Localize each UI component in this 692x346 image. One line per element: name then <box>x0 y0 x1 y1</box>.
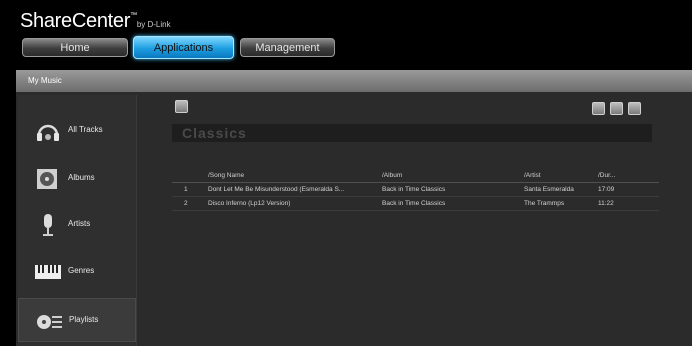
sidebar-item-artists[interactable]: Artists <box>18 203 136 247</box>
sidebar-item-genres[interactable]: Genres <box>18 250 136 294</box>
sidebar-item-label: Albums <box>68 173 95 182</box>
table-row[interactable]: 1 Dont Let Me Be Misunderstood (Esmerald… <box>172 183 659 197</box>
sidebar-item-label: All Tracks <box>68 125 103 134</box>
brand-trademark: ™ <box>130 12 137 19</box>
column-song[interactable]: /Song Name <box>208 169 378 182</box>
add-icon[interactable] <box>628 102 641 115</box>
sidebar-item-all-tracks[interactable]: All Tracks <box>18 109 136 153</box>
brand-name: ShareCenter <box>20 10 131 32</box>
panel-title: My Music <box>16 70 692 92</box>
track-duration: 11:22 <box>598 200 614 207</box>
edit-icon[interactable] <box>175 100 188 113</box>
track-album: Back in Time Classics <box>382 186 446 193</box>
column-album[interactable]: /Album <box>382 169 522 182</box>
column-artist[interactable]: /Artist <box>524 169 594 182</box>
tab-applications[interactable]: Applications <box>133 36 234 59</box>
pencil-icon[interactable] <box>610 102 623 115</box>
track-album: Back in Time Classics <box>382 200 446 207</box>
track-number: 1 <box>184 186 188 193</box>
keyboard-icon <box>35 265 61 279</box>
table-header: /Song Name /Album /Artist /Dur... <box>172 169 659 183</box>
track-artist: The Trammps <box>524 200 565 207</box>
table-row[interactable]: 2 Disco Inferno (Lp12 Version) Back in T… <box>172 197 659 211</box>
track-table: /Song Name /Album /Artist /Dur... 1 Dont… <box>172 169 659 211</box>
save-icon[interactable] <box>592 102 605 115</box>
tab-management[interactable]: Management <box>240 38 335 57</box>
music-sidebar: All Tracks Albums Artists Genres Playlis… <box>18 95 137 346</box>
playlist-title: Classics <box>172 124 652 142</box>
playlist-content: Classics /Song Name /Album /Artist /Dur.… <box>140 95 692 346</box>
sidebar-item-label: Artists <box>68 219 91 228</box>
column-duration[interactable]: /Dur... <box>598 169 638 182</box>
brand-logo: ShareCenter™by D-Link <box>20 10 171 33</box>
sidebar-item-playlists[interactable]: Playlists <box>18 298 136 342</box>
track-number: 2 <box>184 200 188 207</box>
track-artist: Santa Esmeralda <box>524 186 574 193</box>
playlist-icon <box>37 315 62 329</box>
album-icon <box>37 169 57 189</box>
track-song: Disco Inferno (Lp12 Version) <box>208 200 291 207</box>
brand-byline: by D-Link <box>136 20 171 29</box>
microphone-icon <box>43 214 53 236</box>
sidebar-item-albums[interactable]: Albums <box>18 157 136 201</box>
tab-home[interactable]: Home <box>22 38 128 57</box>
headphones-icon <box>37 124 59 141</box>
sidebar-item-label: Genres <box>68 266 95 275</box>
track-song: Dont Let Me Be Misunderstood (Esmeralda … <box>208 186 345 193</box>
top-bar: ShareCenter™by D-Link Home Applications … <box>0 0 692 70</box>
sidebar-item-label: Playlists <box>69 315 99 324</box>
track-duration: 17:09 <box>598 186 615 193</box>
